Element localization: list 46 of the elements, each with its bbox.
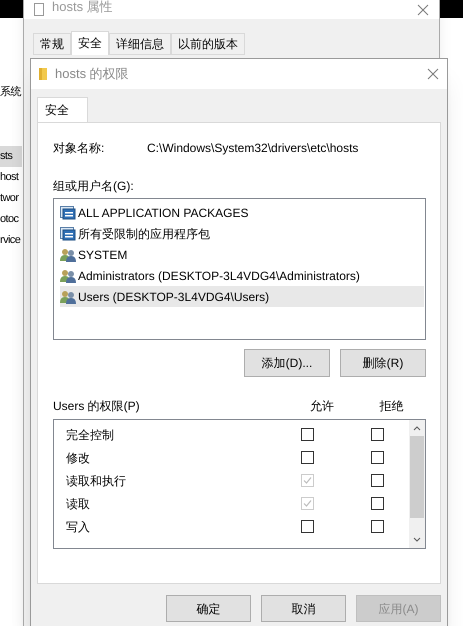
user-list-item[interactable]: SYSTEM: [60, 244, 424, 265]
tab[interactable]: 详细信息: [109, 33, 171, 55]
checkbox[interactable]: [370, 428, 384, 441]
user-list-item[interactable]: Users (DESKTOP-3L4VDG4\Users): [60, 286, 424, 307]
column-header: 允许: [308, 398, 335, 415]
close-icon[interactable]: [417, 4, 429, 16]
checkbox[interactable]: [300, 428, 314, 441]
checkbox[interactable]: [300, 451, 314, 464]
dialog-button[interactable]: 确定: [166, 595, 251, 622]
user-list-item[interactable]: ALL APPLICATION PACKAGES: [60, 202, 424, 223]
checkbox[interactable]: [300, 520, 314, 533]
checkbox[interactable]: [370, 497, 384, 510]
list-action-button[interactable]: 添加(D)...: [244, 349, 330, 377]
user-group-icon: [60, 248, 76, 262]
checkbox[interactable]: [370, 520, 384, 533]
scrollbar[interactable]: [409, 420, 425, 548]
package-icon: [60, 206, 76, 220]
user-list-item[interactable]: Administrators (DESKTOP-3L4VDG4\Administrators): [60, 265, 424, 286]
checkbox[interactable]: [370, 474, 384, 487]
permission-name: 读取和执行: [65, 472, 127, 490]
user-group-icon: [60, 268, 76, 282]
tab[interactable]: 常规: [33, 33, 71, 55]
close-icon[interactable]: [427, 68, 439, 80]
permission-name: 读取: [65, 496, 91, 512]
tab[interactable]: 安全: [37, 97, 88, 122]
folder-icon: [39, 68, 47, 80]
permission-name: 完全控制: [65, 426, 115, 444]
permission-name: 写入: [65, 518, 91, 536]
package-icon: [60, 226, 76, 240]
tab[interactable]: 安全: [71, 31, 109, 55]
user-list-item[interactable]: 所有受限制的应用程序包: [60, 223, 424, 244]
file-item[interactable]: sts: [0, 146, 22, 167]
list-action-button[interactable]: 删除(R): [340, 349, 426, 377]
groups-label: 组或用户名(G):: [53, 178, 135, 193]
user-group-icon: [60, 290, 76, 304]
dialog-button[interactable]: 取消: [261, 595, 346, 622]
object-name: C:\Windows\System32\drivers\etc\hosts: [147, 140, 358, 157]
file-icon: [34, 3, 44, 16]
checkbox[interactable]: [370, 451, 384, 464]
column-header: 拒绝: [378, 398, 404, 415]
permission-name: 修改: [65, 450, 91, 466]
dialog-title: hosts 的权限: [55, 65, 129, 84]
window-title: hosts 属性: [52, 0, 113, 16]
object-name-label: 对象名称:: [53, 140, 106, 157]
permissions-label: Users 的权限(P): [53, 398, 141, 415]
tab[interactable]: 以前的版本: [171, 33, 245, 55]
